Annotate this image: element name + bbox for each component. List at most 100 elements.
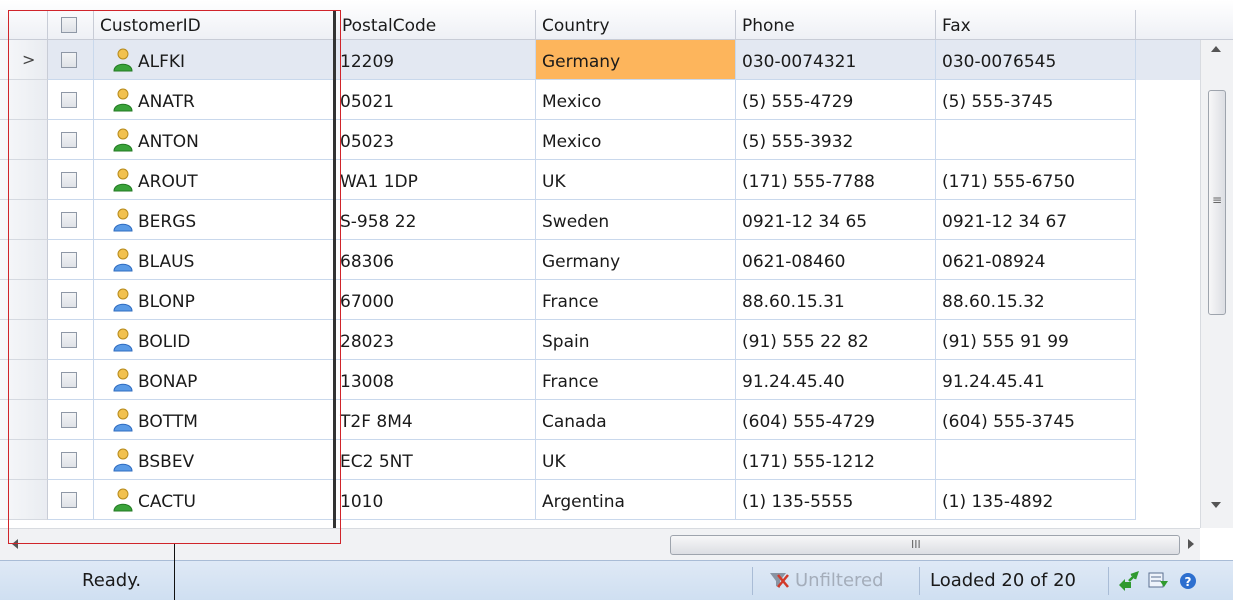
cell-fax[interactable]: 0921-12 34 67 [936, 200, 1136, 240]
table-row[interactable]: BOTTM T2F 8M4 Canada (604) 555-4729 (604) 55… [0, 400, 1200, 440]
column-header-customerid[interactable]: CustomerID [94, 10, 336, 40]
cell-postalcode[interactable]: 05021 [336, 80, 536, 120]
row-indicator[interactable] [0, 160, 48, 200]
row-indicator[interactable] [0, 320, 48, 360]
cell-postalcode[interactable]: 68306 [336, 240, 536, 280]
cell-country[interactable]: Mexico [536, 80, 736, 120]
scroll-right-arrow-icon[interactable] [1188, 539, 1194, 549]
cell-phone[interactable]: 0621-08460 [736, 240, 936, 280]
cell-phone[interactable]: 0921-12 34 65 [736, 200, 936, 240]
cell-country[interactable]: Germany [536, 240, 736, 280]
row-indicator[interactable] [0, 280, 48, 320]
load-more-icon[interactable] [1117, 571, 1141, 591]
cell-postalcode[interactable]: S-958 22 [336, 200, 536, 240]
column-header-phone[interactable]: Phone [736, 10, 936, 40]
table-row[interactable]: CACTU 1010 Argentina (1) 135-5555 (1) 135-48… [0, 480, 1200, 520]
cell-phone[interactable]: (171) 555-1212 [736, 440, 936, 480]
cell-postalcode[interactable]: 12209 [336, 40, 536, 80]
row-checkbox[interactable] [61, 292, 77, 308]
cell-postalcode[interactable]: 1010 [336, 480, 536, 520]
cell-fax[interactable]: (1) 135-4892 [936, 480, 1136, 520]
cell-phone[interactable]: 88.60.15.31 [736, 280, 936, 320]
cell-postalcode[interactable]: 05023 [336, 120, 536, 160]
row-indicator[interactable]: > [0, 40, 48, 80]
cell-country[interactable]: UK [536, 440, 736, 480]
row-indicator[interactable] [0, 200, 48, 240]
scroll-up-arrow-icon[interactable] [1211, 46, 1221, 52]
cell-country[interactable]: Spain [536, 320, 736, 360]
cell-fax[interactable]: 88.60.15.32 [936, 280, 1136, 320]
cell-postalcode[interactable]: 13008 [336, 360, 536, 400]
cell-phone[interactable]: (91) 555 22 82 [736, 320, 936, 360]
data-grid[interactable]: CustomerID PostalCode Country Phone Fax … [0, 0, 1233, 560]
vertical-scroll-thumb[interactable]: ≡ [1208, 90, 1226, 315]
cell-fax[interactable]: (171) 555-6750 [936, 160, 1136, 200]
cell-postalcode[interactable]: WA1 1DP [336, 160, 536, 200]
select-all-checkbox[interactable] [61, 17, 77, 33]
cell-country[interactable]: France [536, 360, 736, 400]
cell-country[interactable]: UK [536, 160, 736, 200]
row-indicator[interactable] [0, 120, 48, 160]
export-icon[interactable] [1148, 571, 1170, 591]
cell-country[interactable]: Argentina [536, 480, 736, 520]
cell-fax[interactable]: (5) 555-3745 [936, 80, 1136, 120]
table-row[interactable]: > ALFKI 12209 Germany 030-0074321 030-0076545 [0, 40, 1200, 80]
cell-phone[interactable]: (171) 555-7788 [736, 160, 936, 200]
cell-country[interactable]: Sweden [536, 200, 736, 240]
row-indicator[interactable] [0, 480, 48, 520]
table-row[interactable]: ANTON 05023 Mexico (5) 555-3932 [0, 120, 1200, 160]
horizontal-scrollbar[interactable]: III [0, 528, 1200, 560]
cell-country[interactable]: Canada [536, 400, 736, 440]
cell-country[interactable]: Mexico [536, 120, 736, 160]
cell-phone[interactable]: (604) 555-4729 [736, 400, 936, 440]
table-row[interactable]: AROUT WA1 1DP UK (171) 555-7788 (171) 555-67… [0, 160, 1200, 200]
cell-fax[interactable]: 030-0076545 [936, 40, 1136, 80]
row-indicator[interactable] [0, 80, 48, 120]
row-checkbox[interactable] [61, 52, 77, 68]
vertical-scrollbar[interactable]: ≡ [1200, 40, 1233, 528]
row-checkbox[interactable] [61, 452, 77, 468]
horizontal-scroll-thumb[interactable]: III [670, 535, 1180, 555]
row-checkbox[interactable] [61, 492, 77, 508]
row-checkbox[interactable] [61, 252, 77, 268]
table-row[interactable]: BERGS S-958 22 Sweden 0921-12 34 65 0921-12 … [0, 200, 1200, 240]
cell-postalcode[interactable]: EC2 5NT [336, 440, 536, 480]
table-row[interactable]: BLONP 67000 France 88.60.15.31 88.60.15.32 [0, 280, 1200, 320]
cell-phone[interactable]: 91.24.45.40 [736, 360, 936, 400]
row-checkbox[interactable] [61, 172, 77, 188]
cell-fax[interactable] [936, 120, 1136, 160]
scroll-down-arrow-icon[interactable] [1211, 502, 1221, 508]
cell-postalcode[interactable]: 67000 [336, 280, 536, 320]
table-row[interactable]: ANATR 05021 Mexico (5) 555-4729 (5) 555-3745 [0, 80, 1200, 120]
status-unfiltered-text[interactable]: Unfiltered [795, 561, 884, 601]
cell-country[interactable]: France [536, 280, 736, 320]
cell-phone[interactable]: 030-0074321 [736, 40, 936, 80]
table-row[interactable]: BONAP 13008 France 91.24.45.40 91.24.45.41 [0, 360, 1200, 400]
scroll-left-arrow-icon[interactable] [12, 539, 18, 549]
cell-fax[interactable]: (91) 555 91 99 [936, 320, 1136, 360]
cell-fax[interactable]: (604) 555-3745 [936, 400, 1136, 440]
column-header-country[interactable]: Country [536, 10, 736, 40]
frozen-column-divider[interactable] [333, 10, 336, 528]
cell-postalcode[interactable]: 28023 [336, 320, 536, 360]
filter-remove-icon[interactable] [768, 571, 790, 591]
table-row[interactable]: BLAUS 68306 Germany 0621-08460 0621-08924 [0, 240, 1200, 280]
row-indicator[interactable] [0, 360, 48, 400]
row-indicator[interactable] [0, 440, 48, 480]
cell-fax[interactable]: 91.24.45.41 [936, 360, 1136, 400]
help-icon[interactable]: ? [1178, 571, 1198, 591]
cell-country[interactable]: Germany [536, 40, 736, 80]
cell-phone[interactable]: (1) 135-5555 [736, 480, 936, 520]
row-checkbox[interactable] [61, 412, 77, 428]
table-row[interactable]: BOLID 28023 Spain (91) 555 22 82 (91) 555 91… [0, 320, 1200, 360]
row-checkbox[interactable] [61, 92, 77, 108]
column-header-fax[interactable]: Fax [936, 10, 1136, 40]
row-indicator[interactable] [0, 400, 48, 440]
cell-fax[interactable] [936, 440, 1136, 480]
cell-fax[interactable]: 0621-08924 [936, 240, 1136, 280]
row-checkbox[interactable] [61, 132, 77, 148]
cell-phone[interactable]: (5) 555-3932 [736, 120, 936, 160]
row-checkbox[interactable] [61, 212, 77, 228]
row-checkbox[interactable] [61, 372, 77, 388]
column-header-postalcode[interactable]: PostalCode [336, 10, 536, 40]
